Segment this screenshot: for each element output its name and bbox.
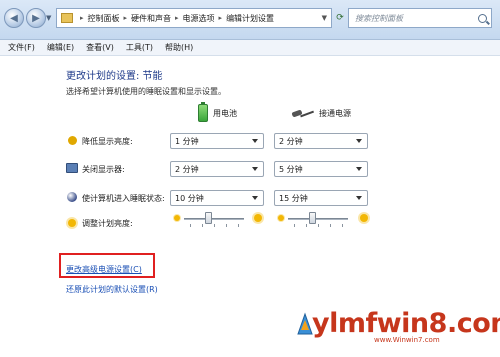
plugged-column-label: 接通电源 — [319, 108, 351, 118]
back-arrow-icon: ◀ — [10, 12, 18, 24]
slider-tick — [202, 224, 203, 227]
brightness-sun-icon — [68, 219, 76, 227]
menu-view[interactable]: 查看(V) — [86, 42, 114, 53]
menu-help[interactable]: 帮助(H) — [165, 42, 193, 53]
menu-edit[interactable]: 编辑(E) — [47, 42, 74, 53]
battery-icon — [198, 102, 208, 122]
brightness-label: 调整计划亮度: — [82, 219, 133, 228]
turn-off-display-plugged-value: 5 分钟 — [279, 164, 303, 174]
brightness-battery-slider[interactable] — [184, 218, 244, 220]
control-panel-folder-icon — [61, 13, 73, 23]
chevron-down-icon — [252, 139, 258, 143]
chevron-down-icon — [356, 167, 362, 171]
brightness-battery-slider-thumb[interactable] — [204, 212, 212, 224]
breadcrumb-control-panel[interactable]: 控制面板 — [88, 13, 120, 24]
sleep-plugged-select[interactable]: 15 分钟 — [274, 190, 368, 206]
turn-off-display-battery-value: 2 分钟 — [175, 164, 199, 174]
slider-tick — [190, 224, 191, 227]
sleep-moon-icon — [67, 192, 77, 202]
brightness-low-icon — [174, 215, 180, 221]
power-plug-icon — [292, 108, 314, 118]
breadcrumb[interactable]: ▸ 控制面板 ▸ 硬件和声音 ▸ 电源选项 ▸ 编辑计划设置 ▼ — [56, 8, 332, 28]
forward-button[interactable]: ▶ — [26, 8, 46, 28]
chevron-down-icon — [252, 196, 258, 200]
slider-tick — [214, 224, 215, 227]
chevron-down-icon — [252, 167, 258, 171]
refresh-icon: ⟳ — [336, 13, 344, 23]
watermark-text: ylmfwin8.com — [312, 308, 500, 339]
chevron-right-icon[interactable]: ▸ — [124, 14, 128, 22]
advanced-power-settings-link[interactable]: 更改高级电源设置(C) — [66, 264, 142, 275]
breadcrumb-edit-plan[interactable]: 编辑计划设置 — [226, 13, 274, 24]
dim-display-plugged-select[interactable]: 2 分钟 — [274, 133, 368, 149]
dim-display-battery-select[interactable]: 1 分钟 — [170, 133, 264, 149]
breadcrumb-power-options[interactable]: 电源选项 — [183, 13, 215, 24]
address-dropdown-icon[interactable]: ▼ — [322, 14, 327, 22]
page-title: 更改计划的设置: 节能 — [66, 71, 163, 82]
chevron-right-icon[interactable]: ▸ — [219, 14, 223, 22]
slider-tick — [294, 224, 295, 227]
address-toolbar: ◀ ▶ ▼ ▸ 控制面板 ▸ 硬件和声音 ▸ 电源选项 ▸ 编辑计划设置 ▼ ⟳… — [0, 0, 500, 40]
menu-bar: 文件(F) 编辑(E) 查看(V) 工具(T) 帮助(H) — [0, 40, 500, 56]
brightness-low-icon — [278, 215, 284, 221]
refresh-button[interactable]: ⟳ — [334, 8, 346, 28]
battery-column-header: 用电池 — [198, 102, 237, 124]
chevron-down-icon — [356, 196, 362, 200]
brightness-plugged-slider-thumb[interactable] — [308, 212, 316, 224]
watermark-subtext: www.Winwin7.com — [374, 336, 440, 344]
slider-tick — [318, 224, 319, 227]
brightness-plugged-slider[interactable] — [288, 218, 348, 220]
dim-display-plugged-value: 2 分钟 — [279, 136, 303, 146]
slider-tick — [342, 224, 343, 227]
slider-tick — [226, 224, 227, 227]
sleep-label: 使计算机进入睡眠状态: — [82, 194, 165, 203]
sleep-plugged-value: 15 分钟 — [279, 193, 308, 203]
slider-tick — [306, 224, 307, 227]
search-icon[interactable] — [478, 13, 487, 23]
brightness-high-icon — [254, 214, 262, 222]
turn-off-display-label: 关闭显示器: — [82, 165, 125, 174]
back-button[interactable]: ◀ — [4, 8, 24, 28]
search-placeholder: 搜索控制面板 — [355, 13, 403, 23]
menu-file[interactable]: 文件(F) — [8, 42, 35, 53]
brightness-high-icon — [360, 214, 368, 222]
chevron-right-icon[interactable]: ▸ — [80, 14, 84, 22]
restore-defaults-link[interactable]: 还原此计划的默认设置(R) — [66, 284, 158, 295]
turn-off-display-plugged-select[interactable]: 5 分钟 — [274, 161, 368, 177]
slider-tick — [330, 224, 331, 227]
dim-display-icon — [68, 136, 77, 145]
monitor-icon — [66, 163, 78, 173]
sleep-battery-select[interactable]: 10 分钟 — [170, 190, 264, 206]
breadcrumb-hardware-sound[interactable]: 硬件和声音 — [131, 13, 171, 24]
plugged-column-header: 接通电源 — [292, 102, 351, 124]
recent-pages-dropdown-icon[interactable]: ▼ — [46, 14, 51, 22]
chevron-right-icon[interactable]: ▸ — [175, 14, 179, 22]
menu-tools[interactable]: 工具(T) — [126, 42, 153, 53]
turn-off-display-battery-select[interactable]: 2 分钟 — [170, 161, 264, 177]
search-input[interactable]: 搜索控制面板 — [348, 8, 492, 28]
sleep-battery-value: 10 分钟 — [175, 193, 204, 203]
battery-column-label: 用电池 — [213, 108, 237, 118]
slider-tick — [238, 224, 239, 227]
chevron-down-icon — [356, 139, 362, 143]
page-description: 选择希望计算机使用的睡眠设置和显示设置。 — [66, 87, 226, 96]
dim-display-label: 降低显示亮度: — [82, 137, 133, 146]
dim-display-battery-value: 1 分钟 — [175, 136, 199, 146]
forward-arrow-icon: ▶ — [32, 12, 40, 24]
